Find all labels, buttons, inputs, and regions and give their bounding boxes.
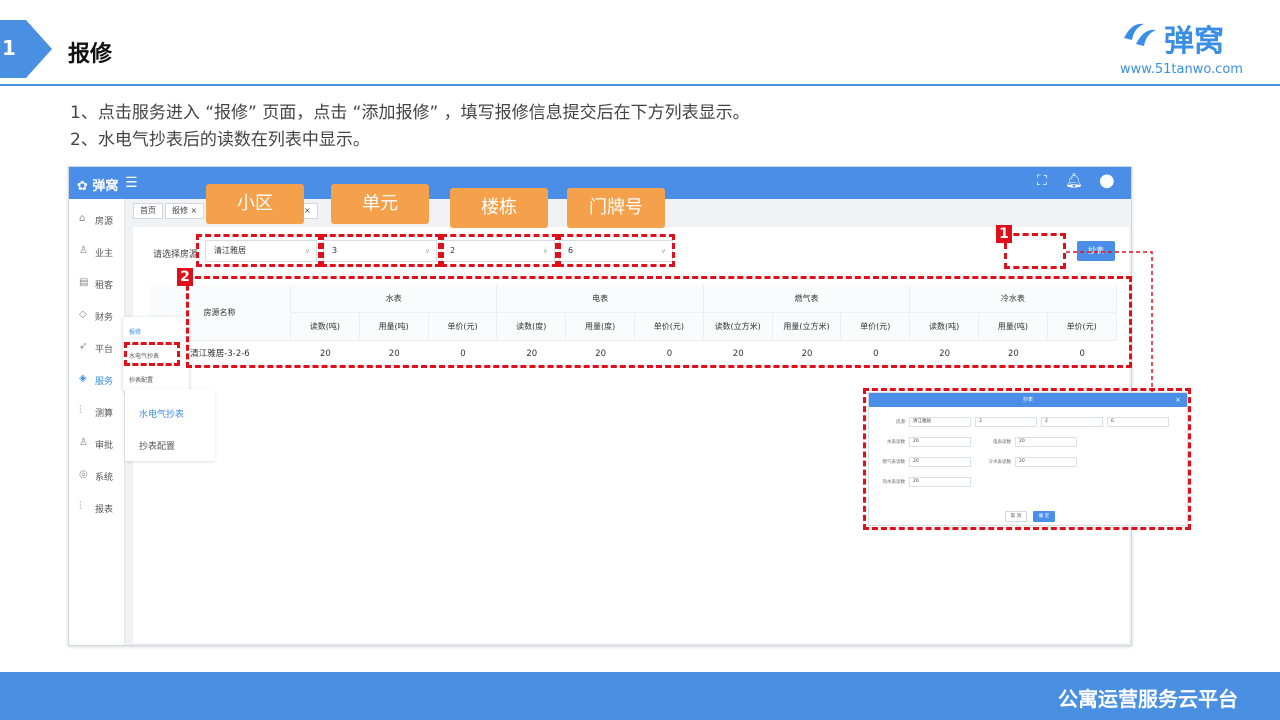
dialog-cold-water-input[interactable]: 20 <box>1015 457 1077 467</box>
diamond-icon: ◇ <box>79 309 87 320</box>
connector-arrow-icon <box>1066 251 1158 406</box>
dialog-gas-input[interactable]: 20 <box>909 457 971 467</box>
highlight-popmenu <box>124 342 180 366</box>
sidebar-item[interactable]: ◇ 财务 <box>69 301 125 329</box>
person-icon: ♙ <box>79 437 88 448</box>
service-submenu: 水电气抄表 抄表配置 <box>125 389 215 461</box>
sliders-icon: ⫶ <box>79 405 82 416</box>
dialog-title: 抄表 <box>1022 397 1033 403</box>
tag-icon: ◈ <box>79 373 87 384</box>
tag-room-number: 门牌号 <box>567 188 665 228</box>
sidebar-item[interactable]: ♙ 业主 <box>69 237 125 265</box>
dialog-confirm-button[interactable]: 确 定 <box>1033 511 1055 522</box>
dialog-label-hot-water: 热水表读数 <box>882 480 906 485</box>
home-icon: ⌂ <box>79 213 86 224</box>
highlight-community <box>196 234 321 267</box>
sidebar-item-label: 系统 <box>95 473 114 483</box>
app-brand: ✿ 弹窝 <box>77 179 119 194</box>
send-icon: ➶ <box>79 341 88 352</box>
dialog-cancel-button[interactable]: 取 消 <box>1005 511 1027 522</box>
dialog-hot-water-input[interactable]: 20 <box>909 477 971 487</box>
dialog-label-house: 房源 <box>896 420 905 425</box>
submenu-meter[interactable]: 水电气抄表 <box>139 407 184 420</box>
database-icon: ▤ <box>79 277 89 288</box>
sliders-icon: ⫶ <box>79 501 82 512</box>
highlight-unit <box>321 234 441 267</box>
sidebar-item-label: 服务 <box>95 377 114 387</box>
dialog-house-community[interactable]: 清江雅居 <box>909 417 971 427</box>
highlight-meter-button <box>1004 233 1066 269</box>
logo-name: 弹窝 <box>1164 24 1224 59</box>
sidebar-item-label: 测算 <box>95 409 114 419</box>
brand-logo: 弹窝 www.51tanwo.com <box>1118 16 1248 80</box>
logo-mark-icon <box>1124 23 1156 46</box>
app-sidebar: ⌂ 房源 ♙ 业主 ▤ 租客 ◇ 财务 ➶ 平台 ◈ 服务 ⫶ 测算 ♙ 审批 ◎ 系统 ⫶ 报表 <box>69 199 125 645</box>
slide-number: 1 <box>2 36 16 60</box>
dialog-label-water: 水表读数 <box>887 440 905 445</box>
dialog-water-input[interactable]: 20 <box>909 437 971 447</box>
footer-text: 公寓运营服务云平台 <box>1058 687 1238 711</box>
sidebar-item[interactable]: ◈ 服务 <box>69 365 125 393</box>
sidebar-item[interactable]: ♙ 审批 <box>69 429 125 457</box>
dialog-label-gas: 燃气表读数 <box>882 460 906 465</box>
slide-number-badge: 1 <box>0 20 52 78</box>
submenu-meter-config[interactable]: 抄表配置 <box>139 439 175 452</box>
step-badge-1: 1 <box>996 225 1012 243</box>
bell-icon[interactable]: 🔔︎ <box>1065 173 1083 189</box>
tag-unit: 单元 <box>331 184 429 224</box>
highlight-room <box>558 234 675 267</box>
user-icon: ♙ <box>79 245 88 256</box>
tag-community: 小区 <box>206 184 304 224</box>
sidebar-item-label: 业主 <box>95 249 114 259</box>
highlight-building <box>441 234 558 267</box>
fullscreen-icon[interactable]: ⛶ <box>1037 173 1047 189</box>
menu-toggle-icon[interactable]: ☰ <box>125 175 138 191</box>
sidebar-item[interactable]: ⫶ 报表 <box>69 493 125 521</box>
dialog-electric-input[interactable]: 20 <box>1015 437 1077 447</box>
slide-title: 报修 <box>68 42 113 67</box>
popmenu-meter-config[interactable]: 抄表配置 <box>129 375 153 384</box>
note-line-1: 1、点击服务进入 “报修” 页面，点击 “添加报修” ，填写报修信息提交后在下方… <box>70 103 750 123</box>
logo-url: www.51tanwo.com <box>1120 62 1243 77</box>
dialog-label-electric: 电表读数 <box>993 440 1011 445</box>
step-badge-2: 2 <box>177 268 193 286</box>
sidebar-item-label: 平台 <box>95 345 114 355</box>
header-divider <box>0 84 1280 86</box>
sidebar-item-label: 租客 <box>95 281 114 291</box>
settings-icon: ◎ <box>79 469 88 480</box>
close-icon[interactable]: × <box>1175 393 1181 407</box>
slide-footer: 公寓运营服务云平台 <box>0 672 1280 720</box>
popmenu-repair[interactable]: 报修 <box>129 327 141 336</box>
house-filter-label: 请选择房源 <box>153 250 199 260</box>
highlight-table <box>186 276 1132 368</box>
sidebar-item-label: 审批 <box>95 441 114 451</box>
sidebar-item[interactable]: ⌂ 房源 <box>69 205 125 233</box>
sidebar-item-label: 房源 <box>95 217 114 227</box>
sidebar-item[interactable]: ▤ 租客 <box>69 269 125 297</box>
dialog-house-unit[interactable]: 3 <box>975 417 1037 427</box>
meter-dialog: 抄表 × 房源 清江雅居 3 2 6 水表读数 20 电表读数 20 燃气表读数 … <box>868 392 1188 526</box>
dialog-house-room[interactable]: 6 <box>1107 417 1169 427</box>
sidebar-item[interactable]: ◎ 系统 <box>69 461 125 489</box>
tab-home[interactable]: 首页 <box>133 203 163 219</box>
sidebar-item-label: 财务 <box>95 313 114 323</box>
avatar-icon[interactable]: ● <box>1099 170 1115 191</box>
tab-repair[interactable]: 报修 × <box>165 203 205 219</box>
sidebar-item[interactable]: ⫶ 测算 <box>69 397 125 425</box>
sidebar-item-label: 报表 <box>95 505 114 515</box>
instruction-notes: 1、点击服务进入 “报修” 页面，点击 “添加报修” ，填写报修信息提交后在下方… <box>70 100 750 154</box>
note-line-2: 2、水电气抄表后的读数在列表中显示。 <box>70 130 370 150</box>
dialog-house-building[interactable]: 2 <box>1041 417 1103 427</box>
sidebar-item[interactable]: ➶ 平台 <box>69 333 125 361</box>
tag-building: 楼栋 <box>450 188 548 228</box>
dialog-label-cold-water: 冷水表读数 <box>988 460 1012 465</box>
dialog-header: 抄表 × <box>869 393 1187 407</box>
